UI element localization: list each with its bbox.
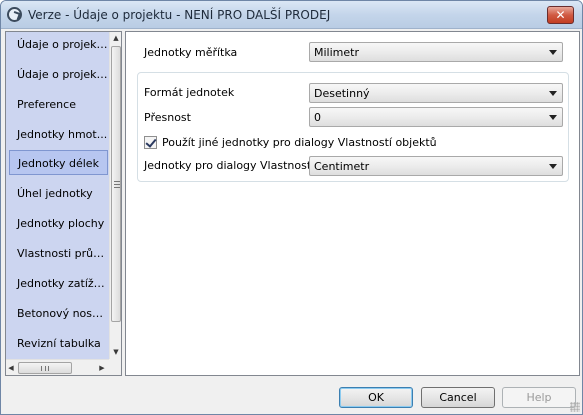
grip-icon: [41, 366, 49, 371]
close-button[interactable]: ✕: [547, 6, 574, 24]
sidebar-item-area-units[interactable]: Jednotky plochy: [9, 211, 108, 236]
properties-units-label: Jednotky pro dialogy Vlastností: [144, 159, 315, 172]
properties-units-value: Centimetr: [314, 160, 370, 173]
scrollbar-corner: [109, 359, 121, 375]
scroll-up-arrow-icon[interactable]: ▲: [111, 32, 121, 44]
app-logo-icon: [7, 7, 22, 22]
sidebar-item-project-info-1[interactable]: Údaje o projekt...: [9, 32, 108, 57]
use-other-units-label[interactable]: Použít jiné jednotky pro dialogy Vlastno…: [162, 136, 437, 149]
ok-button[interactable]: OK: [339, 387, 413, 408]
scale-units-value: Milimetr: [314, 46, 359, 59]
chevron-down-icon: [549, 91, 557, 96]
unit-format-label: Formát jednotek: [144, 86, 235, 99]
chevron-down-icon: [549, 50, 557, 55]
scale-units-label: Jednotky měřítka: [144, 46, 238, 59]
resize-grip-icon[interactable]: [570, 402, 580, 412]
precision-value: 0: [314, 111, 321, 124]
vertical-scrollbar[interactable]: ▲ ▼: [109, 32, 121, 359]
use-other-units-checkbox[interactable]: [144, 136, 157, 149]
scroll-down-arrow-icon[interactable]: ▼: [111, 346, 121, 358]
sidebar-item-concrete-beam[interactable]: Betonový nosník: [9, 301, 108, 326]
grip-icon: [114, 181, 120, 188]
sidebar-item-mass-units[interactable]: Jednotky hmot...: [9, 122, 108, 147]
sidebar-item-section-properties[interactable]: Vlastnosti průřezu: [9, 241, 108, 266]
scroll-left-arrow-icon[interactable]: ◀: [6, 362, 16, 374]
sidebar-item-angle-units[interactable]: Úhel jednotky: [9, 181, 108, 206]
horizontal-scroll-thumb[interactable]: [18, 362, 72, 374]
sidebar-item-length-units[interactable]: Jednotky délek: [9, 150, 108, 175]
unit-format-dropdown[interactable]: Desetinný: [309, 83, 563, 103]
unit-format-value: Desetinný: [314, 87, 370, 100]
precision-label: Přesnost: [144, 111, 191, 124]
cancel-button[interactable]: Cancel: [421, 387, 495, 408]
precision-dropdown[interactable]: 0: [309, 107, 563, 127]
title-bar[interactable]: Verze - Údaje o projektu - NENÍ PRO DALŠ…: [1, 1, 582, 29]
window-title: Verze - Údaje o projektu - NENÍ PRO DALŠ…: [28, 8, 331, 22]
category-list: Údaje o projekt... Údaje o projekt... Pr…: [5, 31, 122, 376]
properties-units-dropdown[interactable]: Centimetr: [309, 156, 563, 176]
settings-panel: Jednotky měřítka Milimetr Formát jednote…: [125, 31, 580, 376]
chevron-down-icon: [549, 115, 557, 120]
dialog-window: Verze - Údaje o projektu - NENÍ PRO DALŠ…: [0, 0, 583, 415]
sidebar-item-revision-table[interactable]: Revizní tabulka: [9, 331, 108, 356]
help-button[interactable]: Help: [502, 387, 576, 408]
scroll-right-arrow-icon[interactable]: ▶: [97, 362, 107, 374]
sidebar-item-project-info-2[interactable]: Údaje o projekt...: [9, 62, 108, 87]
vertical-scroll-thumb[interactable]: [111, 46, 121, 322]
chevron-down-icon: [549, 164, 557, 169]
sidebar-item-load-units[interactable]: Jednotky zatížení: [9, 271, 108, 296]
sidebar-item-preferences[interactable]: Preference: [9, 92, 108, 117]
horizontal-scrollbar[interactable]: ◀ ▶: [6, 359, 109, 375]
scale-units-dropdown[interactable]: Milimetr: [309, 42, 563, 62]
category-list-items: Údaje o projekt... Údaje o projekt... Pr…: [6, 32, 109, 359]
